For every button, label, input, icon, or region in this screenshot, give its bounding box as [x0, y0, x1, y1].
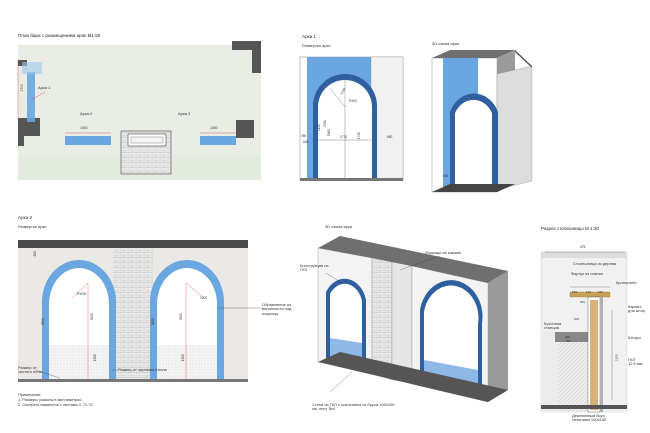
- stone-facing-callout: Изразцы на камине: [425, 250, 462, 255]
- counter-top-callout: Столешница из дерева: [573, 261, 617, 266]
- bracket-callout: Кронштейн: [616, 280, 637, 285]
- bar-plan: [17, 41, 261, 180]
- arch1-3d-label: 3D схема арки: [432, 41, 459, 46]
- arch1-dim-k: 400: [443, 174, 449, 178]
- arch2-dim-b: 1000: [200, 296, 208, 300]
- drawing-canvas: [17, 41, 628, 413]
- arch1-dim-f: 350: [301, 134, 307, 138]
- arch2-dim-h: 1350: [180, 354, 185, 362]
- arch2-dim-f: 2620: [150, 318, 155, 326]
- beam-callout: Деревянный брус сечением 100х100: [572, 413, 607, 423]
- wall-note-callout: Стена из ГКЛ с усилением из бруса 100х10…: [312, 402, 395, 412]
- counter-dim-e: 560: [580, 300, 586, 304]
- counter-dim-c: 100: [586, 290, 592, 294]
- counter-title: Разрез столешницы М 1:20: [541, 226, 599, 231]
- plan-dim-1: 1000: [80, 126, 88, 130]
- curtains-callout: Шторы: [628, 335, 641, 340]
- arch1-dim-e: R300: [349, 99, 357, 103]
- niche-callout: Карниз для штор: [628, 304, 646, 314]
- arch1-dim-a: 2760: [322, 120, 327, 128]
- arch2-dim-c: 3450: [89, 313, 94, 321]
- arch2-dim-i: R1000: [77, 292, 87, 296]
- counter-dim-b: 150: [572, 290, 578, 294]
- arch1-unfold-label: Развертка арки: [302, 43, 331, 48]
- counter-dim-i: 1200: [614, 354, 619, 361]
- arch1-unfold: [299, 56, 404, 181]
- arch2-dim-d: 3300: [178, 313, 183, 321]
- arch1-dim-h: 1730: [356, 132, 361, 140]
- arch1-3d: [431, 50, 533, 193]
- arch2-dim-g: 1500: [92, 354, 97, 362]
- notes-item-2: 2. Смотреть совместно с листами 4, 72-75…: [18, 403, 94, 408]
- kitchen-callout: Кухонная станция: [544, 321, 562, 331]
- arch1-dim-j: 600: [303, 140, 309, 144]
- counter-dim-h: 300: [566, 339, 572, 343]
- gkl-construction-callout: Конструкция из ГКЛ: [300, 263, 329, 273]
- plan-arch2-right-label: Арка 2: [178, 111, 191, 116]
- arch2-3d: [317, 236, 508, 403]
- arch2-dim-e: 3392: [40, 318, 45, 326]
- arch1-dim-b: 3360: [326, 129, 331, 137]
- gkl-callout: ГКЛ 12,5 мм: [628, 357, 643, 367]
- arch1-dim-g: 1770: [340, 135, 348, 139]
- plan-dim-2: 1000: [210, 126, 218, 130]
- counter-dim-total: 675: [580, 245, 586, 249]
- counter-dim-f: 200: [574, 317, 580, 321]
- notes-block: Примечания: 1. Размеры указаны в миллиме…: [18, 393, 94, 408]
- plan-arch1-label: Арка 1: [38, 85, 51, 90]
- arch1-dim-i: 650: [387, 135, 393, 139]
- arch1-title: Арка 1: [302, 34, 317, 39]
- rough-floor-callout: Размер от черневого пола: [118, 367, 167, 372]
- counter-dim-d: 150: [598, 290, 604, 294]
- finish-floor-callout: Размер от чистого пола: [18, 365, 42, 375]
- frame-callout: Обрамление из винипласта под покраску: [262, 302, 292, 316]
- plan-dim-3: 1700: [19, 84, 24, 92]
- arch2-unfold-label: Развертка арки: [18, 224, 47, 229]
- plan-title: План бара с размещением арок М1:50: [18, 33, 101, 38]
- arch2-unfold: [18, 240, 262, 382]
- plan-arch2-left-label: Арка 2: [80, 111, 93, 116]
- arch2-3d-label: 3D схема арки: [325, 224, 352, 229]
- apron-callout: Фартук из плитки: [571, 271, 603, 276]
- arch1-dim-c: 4140: [316, 124, 321, 132]
- arch2-title: Арка 2: [18, 215, 33, 220]
- arch2-dim-a: 820: [32, 251, 37, 257]
